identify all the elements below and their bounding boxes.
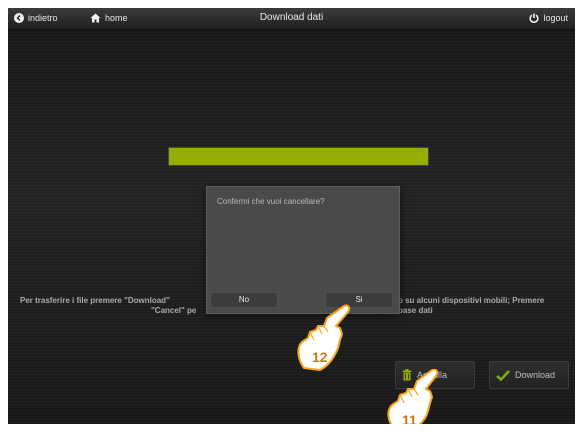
pointing-hand-icon: 11 — [387, 369, 439, 424]
pointing-hand-icon: 12 — [297, 304, 351, 371]
power-icon — [529, 13, 539, 23]
callout-12-label: 12 — [312, 349, 328, 365]
confirm-dialog: Confermi che vuoi cancellare? No Si — [206, 186, 400, 314]
no-button[interactable]: No — [210, 292, 278, 308]
logout-button[interactable]: logout — [529, 12, 568, 24]
callout-11-label: 11 — [402, 412, 417, 424]
app-screen: indietro home Download dati logout Per t… — [8, 8, 575, 424]
top-bar: indietro home Download dati logout — [8, 8, 575, 30]
dialog-message: Confermi che vuoi cancellare? — [217, 197, 325, 206]
logout-label: logout — [543, 13, 568, 23]
page-title: Download dati — [259, 12, 324, 23]
